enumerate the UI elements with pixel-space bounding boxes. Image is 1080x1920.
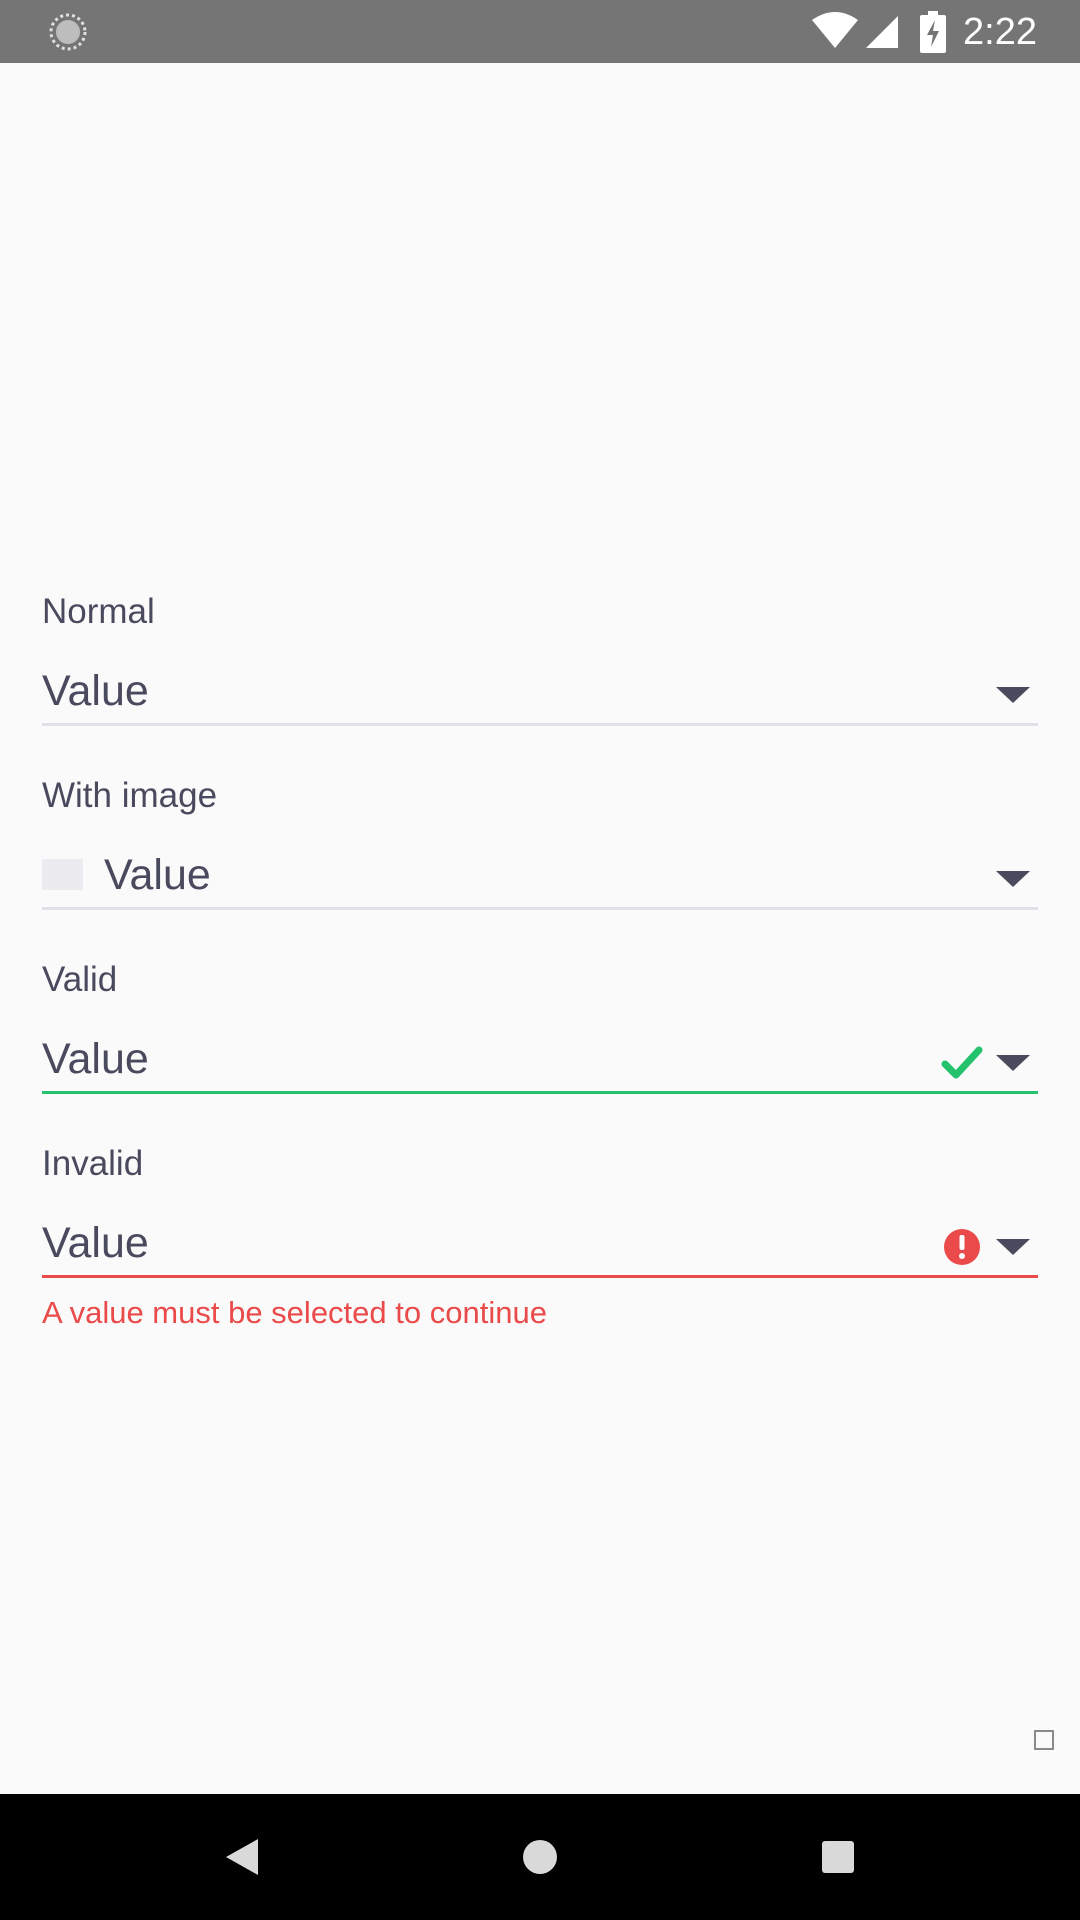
battery-charging-icon [920, 11, 946, 53]
small-square-icon [1034, 1730, 1054, 1750]
normal-underline [42, 723, 1038, 726]
status-time: 2:22 [963, 11, 1037, 53]
valid-dropdown[interactable]: Value [42, 1023, 1038, 1093]
with-image-label: With image [42, 776, 218, 815]
error-icon [944, 1229, 980, 1265]
with-image-dropdown[interactable]: Value [42, 839, 1038, 909]
invalid-dropdown[interactable]: Value [42, 1207, 1038, 1277]
with-image-value: Value [104, 851, 211, 899]
wifi-icon [812, 12, 858, 48]
normal-dropdown[interactable]: Value [42, 655, 1038, 725]
valid-label: Valid [42, 960, 118, 999]
chevron-down-icon [996, 1239, 1030, 1255]
valid-underline [42, 1091, 1038, 1094]
value-image-thumbnail [42, 859, 83, 890]
normal-value: Value [42, 667, 149, 715]
with-image-underline [42, 907, 1038, 910]
chevron-down-icon [996, 687, 1030, 703]
navigation-bar [0, 1794, 1080, 1920]
checkmark-icon [941, 1046, 983, 1079]
valid-value: Value [42, 1035, 149, 1083]
invalid-label: Invalid [42, 1144, 144, 1183]
error-message: A value must be selected to continue [42, 1295, 547, 1330]
back-icon[interactable] [212, 1827, 272, 1887]
chevron-down-icon [996, 1055, 1030, 1071]
normal-label: Normal [42, 592, 155, 631]
loading-spinner-icon [49, 13, 87, 51]
invalid-underline [42, 1275, 1038, 1278]
recents-icon[interactable] [808, 1827, 868, 1887]
cell-signal-icon [866, 16, 898, 48]
home-icon[interactable] [510, 1827, 570, 1887]
invalid-value: Value [42, 1219, 149, 1267]
chevron-down-icon [996, 871, 1030, 887]
status-bar: 2:22 [0, 0, 1080, 63]
